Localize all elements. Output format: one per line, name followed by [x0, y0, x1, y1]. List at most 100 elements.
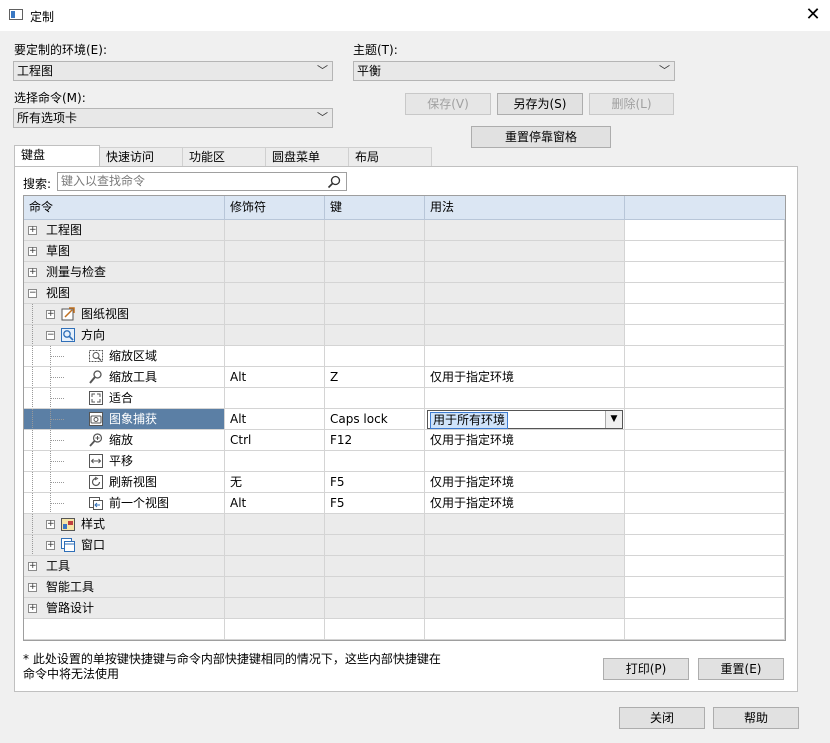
modifier-cell[interactable]: [225, 325, 325, 346]
command-cell[interactable]: 适合: [24, 388, 225, 409]
key-cell[interactable]: [325, 283, 425, 304]
key-cell[interactable]: [325, 451, 425, 472]
key-cell[interactable]: [325, 325, 425, 346]
table-row[interactable]: − 视图: [24, 283, 785, 304]
table-row[interactable]: − 方向: [24, 325, 785, 346]
usage-cell[interactable]: 仅用于指定环境: [425, 430, 625, 451]
table-row[interactable]: 适合: [24, 388, 785, 409]
reset-dock-button[interactable]: 重置停靠窗格: [471, 126, 611, 148]
table-row[interactable]: 刷新视图 无 F5 仅用于指定环境: [24, 472, 785, 493]
command-cell[interactable]: 前一个视图: [24, 493, 225, 514]
modifier-cell[interactable]: [225, 556, 325, 577]
usage-cell[interactable]: 仅用于指定环境: [425, 493, 625, 514]
modifier-cell[interactable]: Ctrl: [225, 430, 325, 451]
usage-cell[interactable]: [425, 346, 625, 367]
key-cell[interactable]: F5: [325, 493, 425, 514]
key-cell[interactable]: [325, 346, 425, 367]
help-button[interactable]: 帮助: [713, 707, 799, 729]
modifier-cell[interactable]: [225, 451, 325, 472]
table-row[interactable]: 缩放 Ctrl F12 仅用于指定环境: [24, 430, 785, 451]
command-cell[interactable]: + 图纸视图: [24, 304, 225, 325]
reset-button[interactable]: 重置(E): [698, 658, 784, 680]
key-cell[interactable]: F5: [325, 472, 425, 493]
key-cell[interactable]: [325, 556, 425, 577]
command-cell[interactable]: 缩放区域: [24, 346, 225, 367]
modifier-cell[interactable]: 无: [225, 472, 325, 493]
usage-cell[interactable]: [425, 262, 625, 283]
key-cell[interactable]: [325, 598, 425, 619]
usage-cell[interactable]: [425, 304, 625, 325]
key-cell[interactable]: [325, 220, 425, 241]
usage-cell[interactable]: [425, 577, 625, 598]
command-cell[interactable]: − 方向: [24, 325, 225, 346]
print-button[interactable]: 打印(P): [603, 658, 689, 680]
key-cell[interactable]: [325, 241, 425, 262]
expand-icon[interactable]: +: [28, 583, 37, 592]
key-cell[interactable]: [325, 262, 425, 283]
modifier-cell[interactable]: [225, 346, 325, 367]
usage-select[interactable]: 用于所有环境 ▼: [427, 410, 623, 429]
table-row[interactable]: + 管路设计: [24, 598, 785, 619]
collapse-icon[interactable]: −: [28, 289, 37, 298]
table-row[interactable]: + 智能工具: [24, 577, 785, 598]
modifier-cell[interactable]: [225, 388, 325, 409]
theme-select[interactable]: 平衡 ﹀: [353, 61, 675, 81]
usage-cell[interactable]: [425, 598, 625, 619]
command-cell[interactable]: + 样式: [24, 514, 225, 535]
key-cell[interactable]: F12: [325, 430, 425, 451]
table-row[interactable]: + 测量与检查: [24, 262, 785, 283]
key-cell[interactable]: Z: [325, 367, 425, 388]
expand-icon[interactable]: +: [28, 604, 37, 613]
key-cell[interactable]: [325, 514, 425, 535]
usage-cell[interactable]: 仅用于指定环境: [425, 367, 625, 388]
tab-quick-access[interactable]: 快速访问: [99, 147, 183, 166]
expand-icon[interactable]: +: [46, 520, 55, 529]
expand-icon[interactable]: +: [28, 226, 37, 235]
collapse-icon[interactable]: −: [46, 331, 55, 340]
command-cell[interactable]: 图象捕获: [24, 409, 225, 430]
tab-ribbon[interactable]: 功能区: [182, 147, 266, 166]
usage-cell[interactable]: [425, 514, 625, 535]
usage-cell[interactable]: [425, 283, 625, 304]
usage-cell[interactable]: [425, 241, 625, 262]
tab-keyboard[interactable]: 键盘: [14, 145, 100, 166]
modifier-cell[interactable]: Alt: [225, 409, 325, 430]
environment-select[interactable]: 工程图 ﹀: [13, 61, 333, 81]
command-cell[interactable]: 缩放: [24, 430, 225, 451]
key-cell[interactable]: [325, 535, 425, 556]
modifier-cell[interactable]: [225, 598, 325, 619]
command-cell[interactable]: + 管路设计: [24, 598, 225, 619]
expand-icon[interactable]: +: [28, 268, 37, 277]
table-row[interactable]: + 工具: [24, 556, 785, 577]
usage-cell[interactable]: [425, 325, 625, 346]
table-row[interactable]: + 样式: [24, 514, 785, 535]
key-cell[interactable]: [325, 304, 425, 325]
command-cell[interactable]: 缩放工具: [24, 367, 225, 388]
expand-icon[interactable]: +: [28, 562, 37, 571]
header-usage[interactable]: 用法: [425, 196, 625, 219]
close-icon[interactable]: ✕: [803, 4, 823, 25]
modifier-cell[interactable]: [225, 262, 325, 283]
dropdown-arrow-icon[interactable]: ▼: [605, 411, 622, 428]
table-row[interactable]: + 图纸视图: [24, 304, 785, 325]
command-cell[interactable]: + 工程图: [24, 220, 225, 241]
search-input[interactable]: 键入以查找命令: [57, 172, 347, 191]
table-row[interactable]: + 工程图: [24, 220, 785, 241]
delete-button[interactable]: 删除(L): [589, 93, 674, 115]
modifier-cell[interactable]: [225, 577, 325, 598]
search-icon[interactable]: [326, 174, 342, 190]
key-cell[interactable]: [325, 577, 425, 598]
modifier-cell[interactable]: Alt: [225, 367, 325, 388]
header-command[interactable]: 命令: [24, 196, 225, 219]
modifier-cell[interactable]: [225, 241, 325, 262]
usage-cell[interactable]: [425, 535, 625, 556]
command-cell[interactable]: + 测量与检查: [24, 262, 225, 283]
modifier-cell[interactable]: [225, 220, 325, 241]
modifier-cell[interactable]: [225, 283, 325, 304]
command-select[interactable]: 所有选项卡 ﹀: [13, 108, 333, 128]
modifier-cell[interactable]: [225, 535, 325, 556]
usage-cell[interactable]: [425, 556, 625, 577]
command-cell[interactable]: − 视图: [24, 283, 225, 304]
table-row[interactable]: + 窗口: [24, 535, 785, 556]
table-row[interactable]: 前一个视图 Alt F5 仅用于指定环境: [24, 493, 785, 514]
